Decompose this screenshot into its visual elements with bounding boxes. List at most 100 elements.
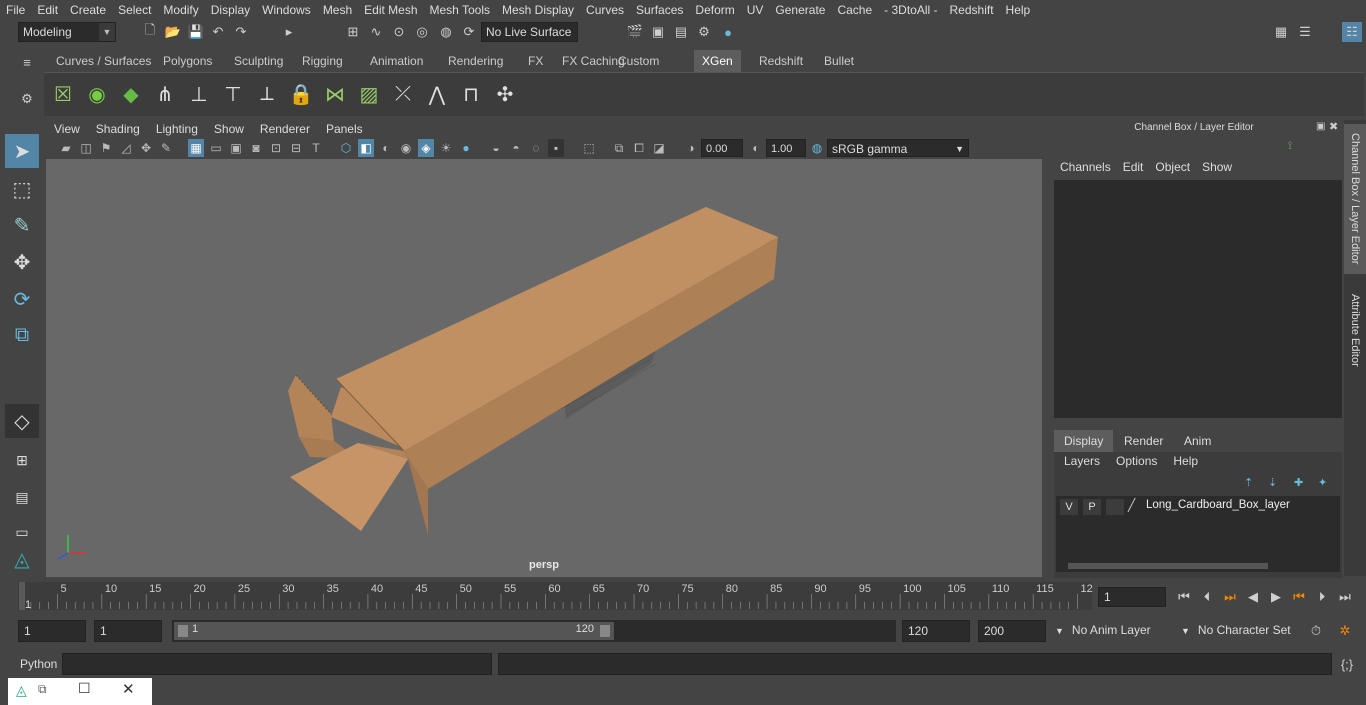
script-editor-icon[interactable]: {;} [1338,655,1356,673]
range-slider-handle[interactable]: 1 120 [174,622,614,640]
xgen-description-icon[interactable]: ◆ [115,77,147,111]
command-input[interactable] [62,653,492,675]
menu-generate[interactable]: Generate [769,0,831,20]
command-language-label[interactable]: Python [20,657,57,671]
layer-visibility-toggle[interactable]: V [1060,499,1078,515]
field-chart-icon[interactable]: ⊡ [268,139,284,157]
snap-grid-icon[interactable]: ⊞ [344,23,362,41]
grid-icon[interactable]: ▦ [188,139,204,157]
render-settings-icon[interactable]: ⚙ [695,23,713,41]
new-scene-icon[interactable]: 🗋 [141,22,159,41]
shelf-tab-sculpting[interactable]: Sculpting [226,50,291,72]
range-end-handle[interactable] [600,625,610,637]
layer-scrollbar[interactable] [1056,560,1340,572]
viewport-menu-panels[interactable]: Panels [318,122,371,136]
cut-icon[interactable]: ⤫ [387,77,419,111]
smooth-shade-icon[interactable]: ◧ [358,139,374,157]
menu-mesh[interactable]: Mesh [317,0,358,20]
film-gate-icon[interactable]: ▭ [208,139,224,157]
snap-view-icon[interactable]: ◎ [413,23,431,41]
menu-help[interactable]: Help [1000,0,1037,20]
xray-components-icon[interactable]: ⧠ [631,139,647,157]
layer-tab-anim[interactable]: Anim [1174,430,1221,452]
layer-menu-options[interactable]: Options [1108,454,1165,472]
grease-pencil-icon[interactable]: ✎ [158,139,174,157]
menu-create[interactable]: Create [64,0,112,20]
layer-menu-layers[interactable]: Layers [1056,454,1108,472]
render-current-icon[interactable]: 🎬 [626,23,644,41]
sculpt-guides-icon[interactable]: ⊤ [217,77,249,111]
layer-name[interactable]: Long_Cardboard_Box_layer [1146,499,1290,511]
hypershade-icon[interactable]: ● [719,23,737,41]
redo-icon[interactable]: ↷ [232,23,250,41]
scale-tool-icon[interactable]: ⧉ [5,318,39,352]
menu-curves[interactable]: Curves [580,0,630,20]
new-layer-icon[interactable]: ✚ [1294,476,1303,489]
camera-select-icon[interactable]: ▰ [58,139,74,157]
auto-key-icon[interactable]: ⏱ [1307,622,1325,640]
ipr-icon[interactable]: ▤ [672,23,690,41]
playback-start-field[interactable]: 1 [94,620,162,642]
use-all-lights-icon[interactable]: ◈ [418,139,434,157]
shelf-tab-rigging[interactable]: Rigging [294,50,351,72]
groom-icon[interactable]: ⋈ [319,77,351,111]
shelf-tab-animation[interactable]: Animation [362,50,431,72]
layer-playback-toggle[interactable]: P [1083,499,1101,515]
layer-tab-render[interactable]: Render [1114,430,1173,452]
color-space-dropdown[interactable]: sRGB gamma ▼ [827,139,969,157]
viewport-menu-view[interactable]: View [46,122,88,136]
gate-mask-icon[interactable]: ◙ [248,139,264,157]
float-icon[interactable]: ▣ [1316,121,1325,132]
maya-window-icon[interactable]: ◬ [16,682,27,699]
workspace-icon[interactable]: ▦ [1272,23,1290,41]
shelf-settings-icon[interactable]: ⚙ [18,90,36,108]
close-icon[interactable]: ✖ [1329,120,1338,133]
tab-attribute-editor[interactable]: Attribute Editor [1344,280,1366,380]
camera-attributes-icon[interactable]: ◫ [78,139,94,157]
character-set-dropdown[interactable]: ▼ No Character Set [1176,620,1302,642]
perspective-viewport[interactable]: persp [46,159,1042,577]
xgen-preview-icon[interactable]: ◉ [81,77,113,111]
backface-culling-icon[interactable]: ◪ [651,139,667,157]
modeling-toolkit-icon[interactable]: ☰ [1296,23,1314,41]
live-surface-field[interactable]: No Live Surface [481,22,578,42]
menu-edit[interactable]: Edit [31,0,64,20]
exposure-field[interactable]: 0.00 [701,139,743,157]
shelf-menu-icon[interactable]: ≡ [18,53,36,71]
interactive-groom-icon[interactable]: ✣ [489,77,521,111]
lock-guides-icon[interactable]: 🔒 [285,77,317,111]
xray-joints-icon[interactable]: ⧉ [611,139,627,157]
menu-display[interactable]: Display [205,0,256,20]
mode-selector[interactable]: Modeling ▼ [18,22,116,42]
layer-tab-display[interactable]: Display [1054,430,1114,452]
play-backward-icon[interactable]: ◀ [1244,588,1262,606]
layer-color-icon[interactable]: ╱ [1128,498,1135,512]
shelf-tab-rendering[interactable]: Rendering [440,50,511,72]
menu-edit-mesh[interactable]: Edit Mesh [358,0,423,20]
anti-aliasing-icon[interactable]: ◓ [508,139,524,157]
move-layer-up-icon[interactable]: ⇡ [1244,476,1253,489]
snap-surface-icon[interactable]: ◍ [437,23,455,41]
menu-mesh-display[interactable]: Mesh Display [496,0,580,20]
textured-icon[interactable]: ◉ [398,139,414,157]
safe-action-icon[interactable]: ⊟ [288,139,304,157]
range-start-handle[interactable] [178,625,188,637]
end-time-field[interactable]: 200 [978,620,1046,642]
anim-layer-dropdown[interactable]: ▼ No Anim Layer [1050,620,1170,642]
clump-icon[interactable]: ⋀ [421,77,453,111]
viewport-menu-renderer[interactable]: Renderer [252,122,318,136]
outliner-layout-icon[interactable]: ▤ [5,480,39,514]
range-slider[interactable]: 1 120 [172,620,896,642]
current-frame-field[interactable]: 1 [1098,587,1166,607]
paint-select-icon[interactable]: ✎ [5,208,39,242]
play-forward-icon[interactable]: ▶ [1267,588,1285,606]
safe-title-icon[interactable]: T [308,139,324,157]
channel-box-menu-object[interactable]: Object [1149,160,1196,178]
color-management-icon[interactable]: ◍ [809,139,825,157]
new-layer-selected-icon[interactable]: ✦ [1318,476,1327,489]
menu-mesh-tools[interactable]: Mesh Tools [424,0,496,20]
channel-box-area[interactable] [1054,180,1342,418]
ambient-occlusion-icon[interactable]: ● [458,139,474,157]
go-to-start-icon[interactable]: ⏮ [1175,588,1193,606]
lasso-tool-icon[interactable]: ⬚ [5,172,39,206]
